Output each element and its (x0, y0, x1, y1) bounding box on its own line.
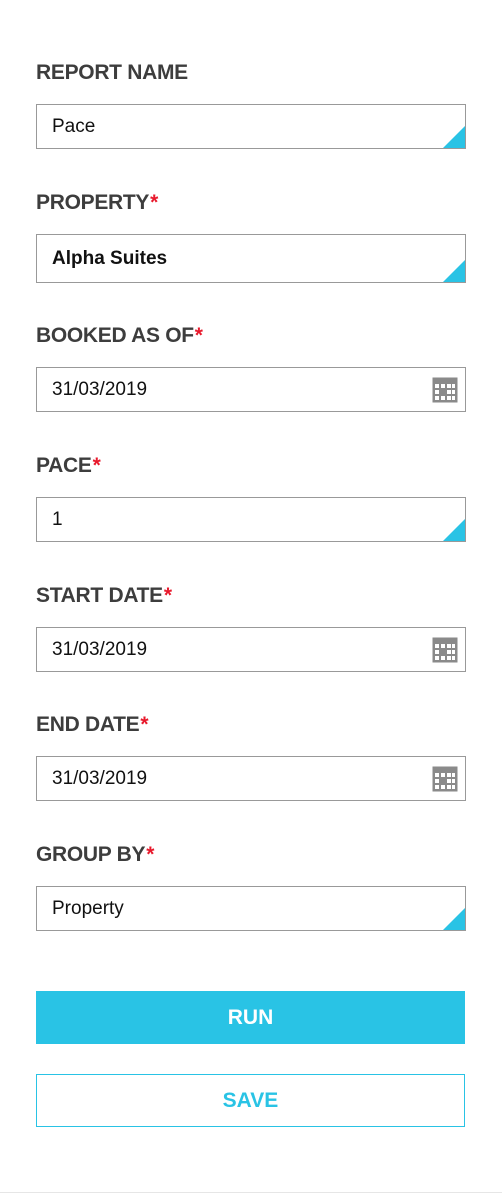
property-select[interactable]: Alpha Suites (36, 234, 466, 283)
booked-as-of-value: 31/03/2019 (52, 378, 148, 400)
end-date-label: END DATE* (36, 713, 149, 737)
start-date-input[interactable]: 31/03/2019 (36, 627, 466, 672)
resize-corner-icon (443, 126, 465, 148)
report-name-value: Pace (52, 115, 96, 137)
dropdown-corner-icon (443, 260, 465, 282)
property-label-text: PROPERTY (36, 191, 150, 214)
end-date-label-text: END DATE (36, 713, 140, 736)
report-form: REPORT NAME Pace PROPERTY* Alpha Suites … (0, 0, 502, 1196)
group-by-value: Property (52, 897, 124, 919)
group-by-label: GROUP BY* (36, 843, 154, 867)
pace-label-text: PACE (36, 454, 92, 477)
run-button[interactable]: RUN (36, 991, 465, 1044)
required-marker: * (194, 324, 203, 347)
group-by-label-text: GROUP BY (36, 843, 146, 866)
booked-as-of-date-input[interactable]: 31/03/2019 (36, 367, 466, 412)
property-value: Alpha Suites (52, 247, 168, 269)
end-date-value: 31/03/2019 (52, 767, 148, 789)
pace-value: 1 (52, 508, 63, 530)
pace-label: PACE* (36, 454, 101, 478)
property-label: PROPERTY* (36, 191, 158, 215)
start-date-value: 31/03/2019 (52, 638, 148, 660)
start-date-label: START DATE* (36, 584, 172, 608)
pace-input[interactable]: 1 (36, 497, 466, 542)
calendar-icon[interactable] (432, 377, 458, 403)
report-name-label-text: REPORT NAME (36, 61, 188, 84)
calendar-icon[interactable] (432, 637, 458, 663)
booked-as-of-label-text: BOOKED AS OF (36, 324, 194, 347)
calendar-icon[interactable] (432, 766, 458, 792)
booked-as-of-label: BOOKED AS OF* (36, 324, 203, 348)
bottom-divider (0, 1192, 502, 1193)
required-marker: * (92, 454, 101, 477)
start-date-label-text: START DATE (36, 584, 163, 607)
report-name-label: REPORT NAME (36, 61, 188, 85)
required-marker: * (150, 191, 158, 214)
resize-corner-icon (443, 519, 465, 541)
dropdown-corner-icon (443, 908, 465, 930)
save-button[interactable]: SAVE (36, 1074, 465, 1127)
required-marker: * (163, 584, 172, 607)
required-marker: * (146, 843, 155, 866)
report-name-input[interactable]: Pace (36, 104, 466, 149)
required-marker: * (140, 713, 149, 736)
end-date-input[interactable]: 31/03/2019 (36, 756, 466, 801)
group-by-select[interactable]: Property (36, 886, 466, 931)
